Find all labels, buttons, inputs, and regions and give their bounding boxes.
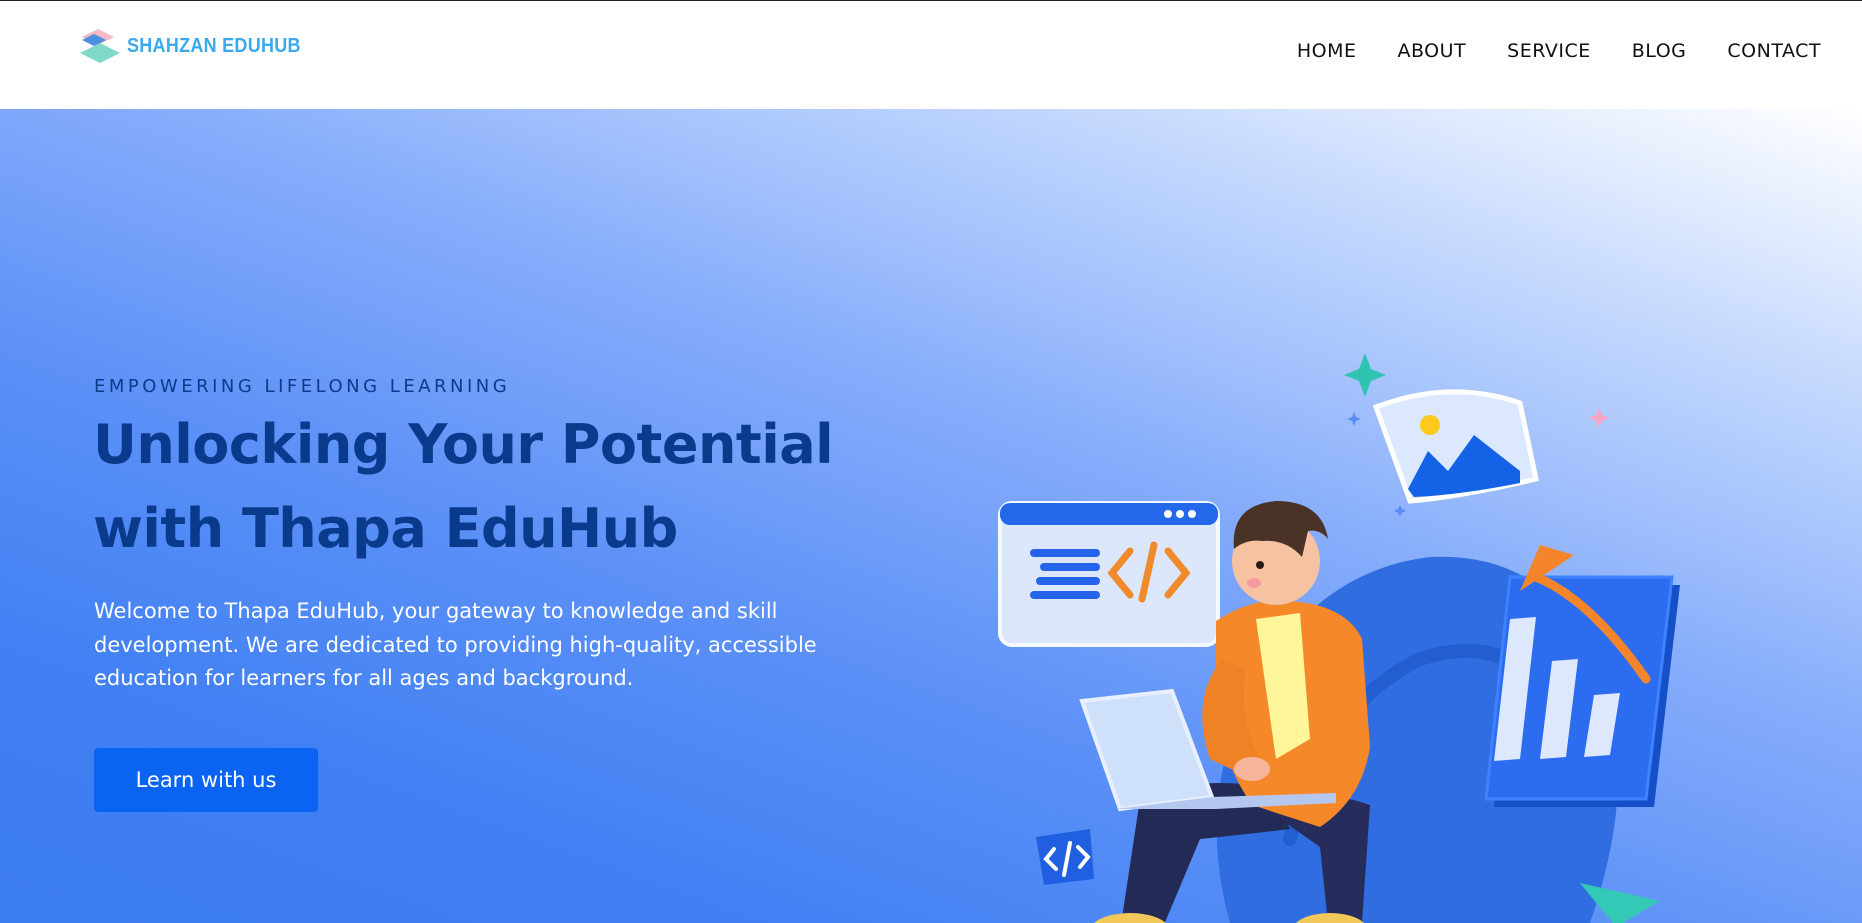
nav-about[interactable]: ABOUT — [1397, 40, 1466, 62]
student-laptop-illustration — [998, 353, 1680, 923]
brand-logo[interactable]: SHAHZAN EDUHUB — [76, 28, 320, 64]
nav-home[interactable]: HOME — [1297, 40, 1357, 62]
hero-description: Welcome to Thapa EduHub, your gateway to… — [94, 599, 817, 690]
learn-with-us-button[interactable]: Learn with us — [94, 748, 318, 812]
growth-chart-icon — [1484, 545, 1680, 807]
code-bubble-icon — [1036, 829, 1094, 885]
image-card-icon — [1372, 389, 1539, 504]
hero-section: EMPOWERING LIFELONG LEARNING Unlocking Y… — [0, 109, 1862, 923]
code-window-icon — [998, 501, 1220, 647]
site-header: SHAHZAN EDUHUB HOME ABOUT SERVICE BLOG C… — [0, 1, 1862, 109]
sparkle-teal-icon — [1344, 353, 1386, 397]
brand-name: SHAHZAN EDUHUB — [127, 34, 301, 57]
nav-blog[interactable]: BLOG — [1632, 40, 1687, 62]
nav-service[interactable]: SERVICE — [1507, 40, 1591, 62]
nav-contact[interactable]: CONTACT — [1727, 40, 1821, 62]
logo-icon — [80, 29, 120, 63]
hero-headline: Unlocking Your Potential with Thapa EduH… — [93, 413, 834, 560]
hero-tagline: EMPOWERING LIFELONG LEARNING — [94, 376, 511, 397]
sparkle-pink-icon — [1588, 407, 1610, 429]
main-nav: HOME ABOUT SERVICE BLOG CONTACT — [1297, 40, 1821, 62]
